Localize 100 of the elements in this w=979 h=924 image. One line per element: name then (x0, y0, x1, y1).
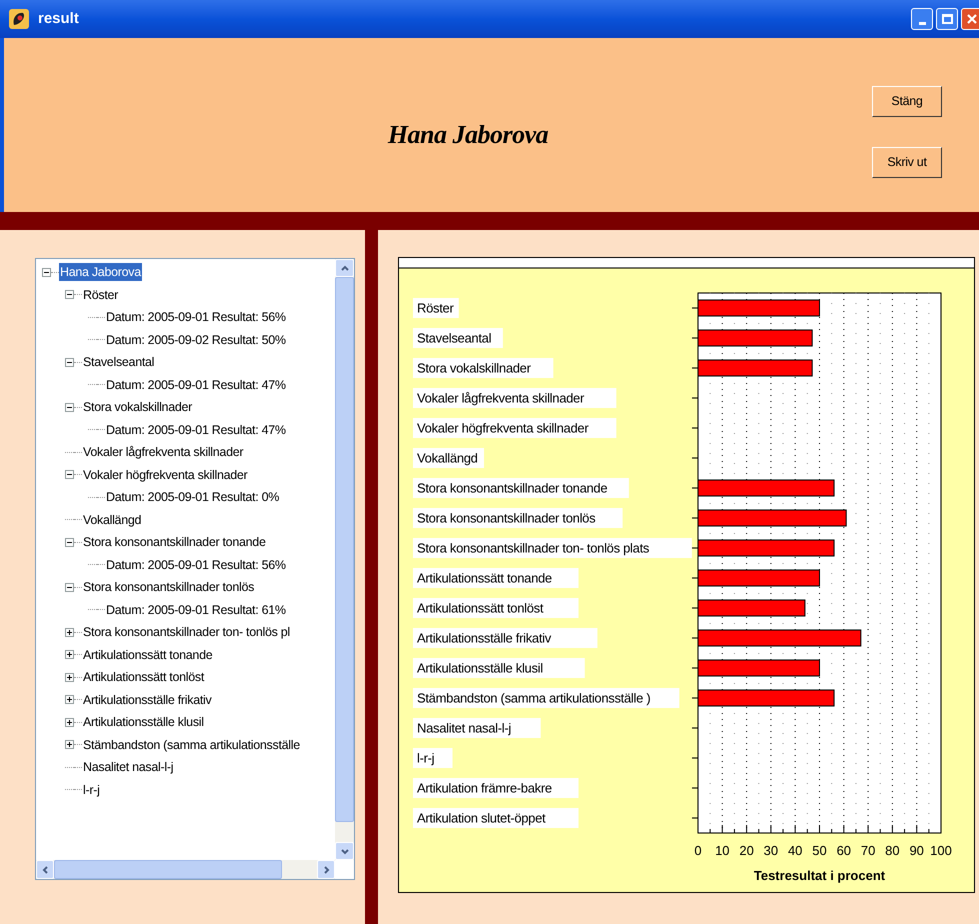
category-label: Stora konsonantskillnader tonlös (413, 508, 623, 528)
category-label: Röster (413, 298, 459, 318)
minimize-button[interactable] (911, 8, 933, 30)
category-label: Vokaler lågfrekventa skillnader (413, 388, 616, 408)
category-label: Artikulationsställe klusil (413, 658, 585, 678)
y-tick-label: Artikulationsställe klusil (417, 660, 544, 676)
y-tick-label: Artikulationsställe frikativ (417, 630, 552, 646)
tick-label: 100 (930, 843, 952, 858)
tree-item[interactable]: Nasalitet nasal-l-j (82, 758, 174, 776)
maximize-button[interactable] (936, 8, 958, 30)
horizontal-scrollbar[interactable] (36, 860, 335, 879)
y-tick-label: Vokaler lågfrekventa skillnader (417, 390, 585, 406)
tree-item[interactable]: Vokaler högfrekventa skillnader (82, 466, 248, 484)
y-tick-label: Stora konsonantskillnader ton- tonlös plats (417, 540, 650, 556)
axis-title: Testresultat i procent (754, 868, 886, 883)
app-icon (8, 8, 30, 30)
category-label: Artikulationssätt tonande (413, 568, 578, 588)
expand-icon[interactable] (65, 695, 74, 704)
y-tick-label: Artikulation slutet-öppet (417, 810, 546, 826)
tree-item[interactable]: Stämbandston (samma artikulationsställe (82, 736, 301, 754)
category-label: Artikulation främre-bakre (413, 778, 578, 798)
tick-label: 30 (764, 843, 778, 858)
minimize-icon (918, 22, 926, 25)
category-label: Artikulationssätt tonlöst (413, 598, 578, 618)
category-label: Nasalitet nasal-l-j (413, 718, 541, 738)
tree-item[interactable]: Datum: 2005-09-01 Resultat: 56% (105, 308, 287, 326)
expand-icon[interactable] (65, 650, 74, 660)
header-button[interactable]: Skriv ut (872, 147, 942, 178)
collapse-icon[interactable] (42, 268, 51, 277)
tree-item[interactable]: Datum: 2005-09-02 Resultat: 50% (105, 330, 287, 349)
tick-label: 0 (694, 843, 702, 858)
tree-item[interactable]: Stora vokalskillnader (82, 398, 194, 416)
tree-item[interactable]: Stavelseantal (82, 353, 156, 372)
tree-item[interactable]: Artikulationssätt tonande (82, 646, 214, 664)
header-button[interactable]: Stäng (872, 86, 942, 117)
tree-item[interactable]: Datum: 2005-09-01 Resultat: 0% (105, 488, 280, 506)
tree-item[interactable]: Datum: 2005-09-01 Resultat: 56% (105, 556, 287, 574)
y-tick-label: Stavelseantal (417, 330, 492, 346)
category-label: Vokaler högfrekventa skillnader (413, 418, 616, 438)
tree-item[interactable]: Stora konsonantskillnader tonande (82, 533, 267, 552)
y-tick-label: Stora konsonantskillnader tonlös (417, 510, 596, 526)
tick-label: 20 (739, 843, 754, 858)
y-tick-label: Stora vokalskillnader (417, 360, 532, 376)
category-label: Stavelseantal (413, 328, 503, 348)
expand-icon[interactable] (65, 718, 74, 727)
category-label: Stora vokalskillnader (413, 358, 554, 378)
category-label: Stora konsonantskillnader ton- tonlös plats (413, 538, 692, 558)
tree-item[interactable]: Datum: 2005-09-01 Resultat: 61% (105, 600, 287, 619)
category-label: Artikulation slutet-öppet (413, 808, 578, 828)
y-tick-label: l-r-j (417, 750, 435, 766)
close-button[interactable] (961, 8, 979, 30)
expand-icon[interactable] (65, 672, 74, 682)
tick-label: 60 (836, 843, 852, 858)
scroll-down-button[interactable] (335, 842, 354, 860)
category-label: Stora konsonantskillnader tonande (413, 478, 629, 498)
y-tick-label: Röster (417, 300, 454, 316)
y-tick-label: Vokallängd (417, 450, 478, 466)
tree-item[interactable]: Datum: 2005-09-01 Resultat: 47% (105, 376, 287, 394)
tick-label: 80 (885, 843, 900, 858)
category-label: Vokallängd (413, 448, 484, 468)
tree-item[interactable]: l-r-j (82, 780, 101, 799)
collapse-icon[interactable] (65, 470, 74, 480)
collapse-icon[interactable] (65, 290, 74, 300)
scroll-right-button[interactable] (317, 860, 335, 879)
tree-item[interactable]: Artikulationssätt tonlöst (82, 668, 206, 686)
expand-icon[interactable] (65, 740, 74, 750)
scroll-left-button[interactable] (36, 860, 54, 879)
tick-label: 70 (860, 843, 876, 858)
window-title: result (38, 8, 79, 29)
y-tick-label: Vokaler högfrekventa skillnader (417, 420, 590, 436)
tick-label: 50 (812, 843, 827, 858)
y-tick-label: Artikulationssätt tonlöst (417, 600, 544, 616)
expand-icon[interactable] (65, 628, 74, 637)
category-label: Artikulationsställe frikativ (413, 628, 598, 648)
category-label: l-r-j (413, 748, 452, 768)
scroll-thumb[interactable] (54, 860, 282, 879)
category-label: Stämbandston (samma artikulationsställe ) (413, 688, 680, 708)
collapse-icon[interactable] (65, 538, 74, 547)
y-tick-label: Stora konsonantskillnader tonande (417, 480, 608, 496)
tree-item[interactable]: Artikulationsställe klusil (82, 713, 205, 732)
tree-item[interactable]: Stora konsonantskillnader tonlös (82, 578, 256, 596)
tree-item[interactable]: Hana Jaborova (59, 263, 142, 282)
scroll-up-button[interactable] (335, 259, 354, 277)
tree-view[interactable] (35, 258, 355, 880)
collapse-icon[interactable] (65, 582, 74, 592)
y-tick-label: Artikulation främre-bakre (417, 780, 552, 796)
tree-item[interactable]: Röster (82, 286, 120, 304)
y-tick-label: Artikulationssätt tonande (417, 570, 552, 586)
tree-item[interactable]: Stora konsonantskillnader ton- tonlös pl (82, 623, 291, 642)
tick-label: 40 (788, 843, 802, 858)
tree-item[interactable]: Datum: 2005-09-01 Resultat: 47% (105, 420, 287, 439)
tick-label: 90 (909, 843, 924, 858)
patient-name: Hana Jaborova (388, 118, 548, 150)
collapse-icon[interactable] (65, 358, 74, 367)
maximize-icon (942, 14, 952, 24)
collapse-icon[interactable] (65, 402, 74, 412)
tree-item[interactable]: Vokallängd (82, 510, 142, 529)
tree-item[interactable]: Artikulationsställe frikativ (82, 690, 212, 709)
tree-item[interactable]: Vokaler lågfrekventa skillnader (82, 443, 244, 462)
y-tick-label: Stämbandston (samma artikulationsställe ) (417, 690, 650, 706)
